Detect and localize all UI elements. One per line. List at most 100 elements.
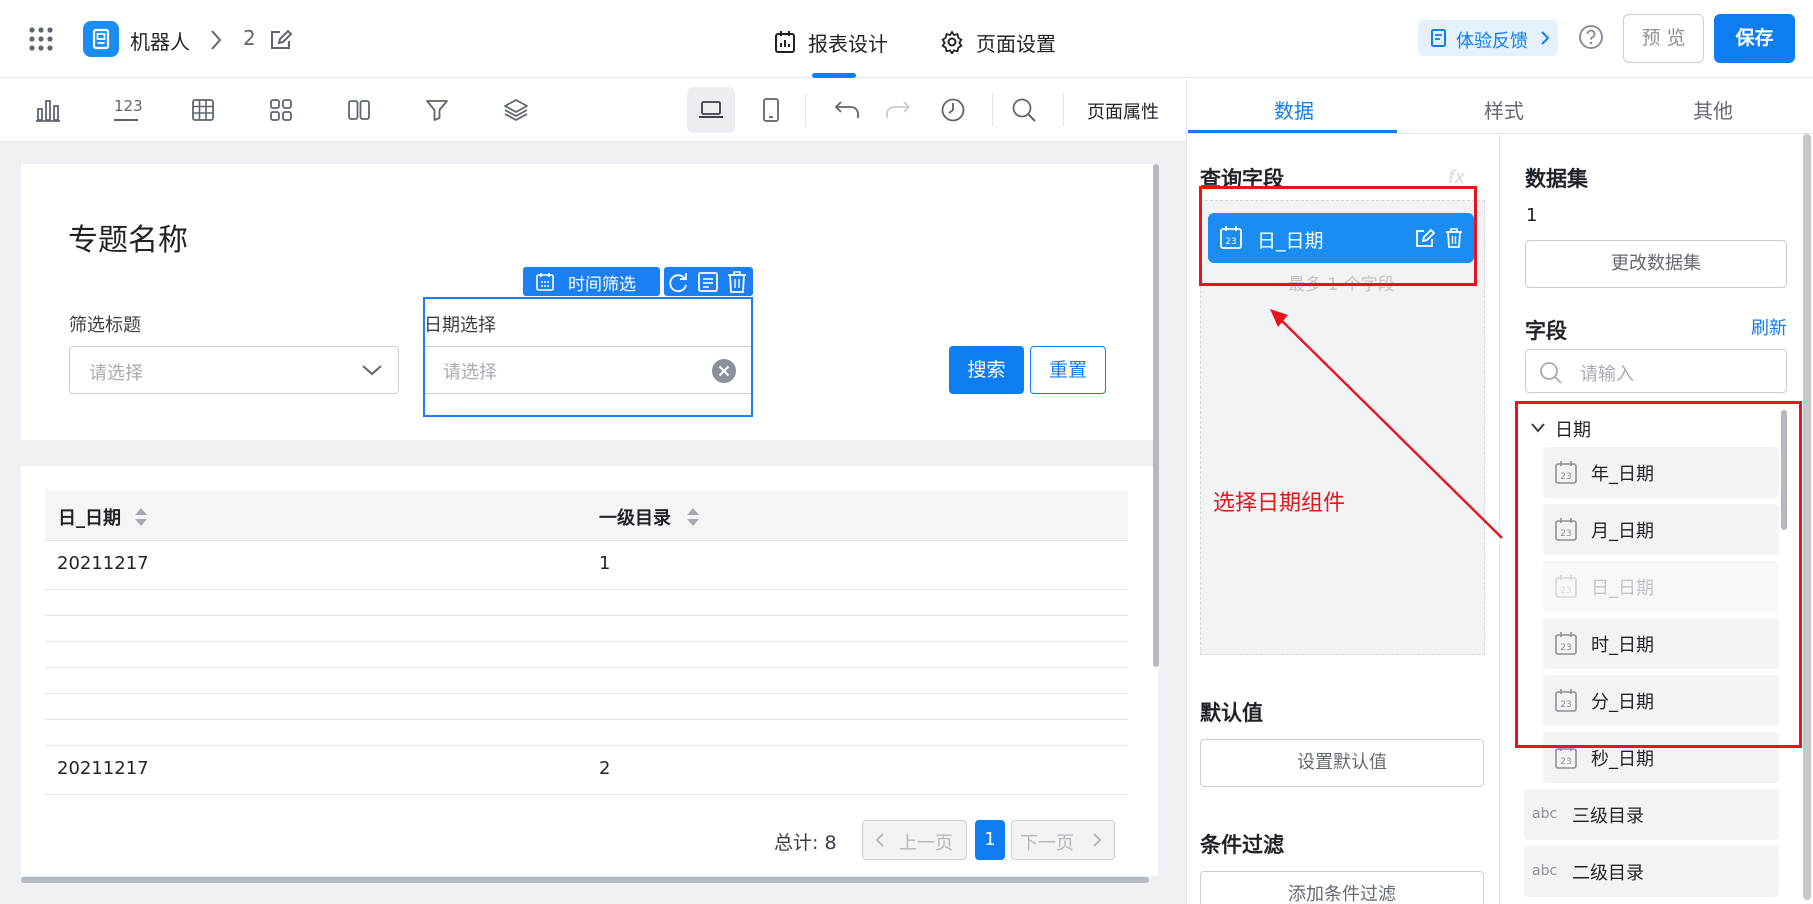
chevron-right-icon <box>1540 30 1550 46</box>
report-title: 专题名称 <box>68 223 188 258</box>
row-divider <box>45 794 1128 795</box>
table-cell: 20211217 <box>57 758 149 779</box>
search-icon <box>1539 361 1563 385</box>
next-page-label: 下一页 <box>1020 833 1074 854</box>
annotation-arrow <box>1270 309 1503 539</box>
bar-chart-icon[interactable] <box>35 97 61 123</box>
active-tab-indicator <box>1188 130 1397 133</box>
table-row[interactable]: 20211217 2 <box>45 746 1128 794</box>
table-icon[interactable] <box>190 97 216 123</box>
field-search-placeholder: 请输入 <box>1580 364 1634 385</box>
date-field-icon: 23 <box>1553 745 1579 771</box>
table-cell: 20211217 <box>57 553 149 574</box>
refresh-fields-link[interactable]: 刷新 <box>1751 314 1787 340</box>
tab-style[interactable]: 样式 <box>1484 95 1524 124</box>
default-value-title: 默认值 <box>1200 701 1263 725</box>
canvas-vertical-scrollbar[interactable] <box>1153 164 1159 667</box>
filter-title-placeholder: 请选择 <box>89 363 143 384</box>
number-card-underline <box>114 119 138 121</box>
number-card-icon-text: 123 <box>114 97 143 115</box>
delete-icon[interactable] <box>726 270 748 294</box>
top-header: 机器人 2 报表设计 页面设置 体验反馈 预 览 保存 <box>0 0 1813 78</box>
number-card-icon[interactable]: 123 <box>113 97 143 123</box>
change-dataset-button[interactable]: 更改数据集 <box>1525 240 1787 288</box>
save-button[interactable]: 保存 <box>1714 14 1795 63</box>
page-number-button[interactable]: 1 <box>975 820 1005 860</box>
app-grid-icon[interactable] <box>28 26 54 52</box>
field-item[interactable]: abc 二级目录 <box>1524 846 1779 897</box>
columns-icon[interactable] <box>346 97 372 123</box>
date-select-label: 日期选择 <box>424 315 496 336</box>
table-cell: 2 <box>599 758 611 779</box>
history-clock-icon[interactable] <box>940 97 966 123</box>
tab-page-settings-label: 页面设置 <box>976 32 1056 56</box>
undo-icon[interactable] <box>833 97 859 123</box>
feedback-button[interactable]: 体验反馈 <box>1418 20 1558 56</box>
search-button[interactable]: 搜索 <box>949 346 1024 394</box>
prev-page-button[interactable]: 上一页 <box>862 820 967 860</box>
editor-toolbar: 123 页面属性 <box>0 78 1186 142</box>
date-select-input[interactable]: 请选择 <box>425 346 751 394</box>
dataset-title: 数据集 <box>1525 167 1588 191</box>
next-page-button[interactable]: 下一页 <box>1011 820 1115 860</box>
mobile-view-icon[interactable] <box>758 97 784 123</box>
fx-icon[interactable]: fx <box>1448 167 1465 188</box>
sort-icon[interactable] <box>685 506 701 528</box>
table-header-cell[interactable]: 日_日期 <box>45 490 587 540</box>
tab-other[interactable]: 其他 <box>1693 95 1733 124</box>
edit-name-icon[interactable] <box>269 28 293 52</box>
tab-data[interactable]: 数据 <box>1274 95 1314 124</box>
component-type-tag: 时间筛选 <box>523 267 660 296</box>
chevron-right-icon <box>1092 832 1102 848</box>
column-header-label: 日_日期 <box>58 508 121 529</box>
toolbar-divider <box>1063 94 1064 126</box>
reset-button[interactable]: 重置 <box>1030 346 1106 394</box>
chevron-down-icon <box>361 363 383 377</box>
svg-text:23: 23 <box>1560 757 1571 767</box>
field-item-label: 三级目录 <box>1572 806 1644 827</box>
clear-circle-icon[interactable] <box>711 358 737 384</box>
text-type-icon: abc <box>1532 806 1558 822</box>
redo-icon[interactable] <box>884 97 911 123</box>
set-default-value-button[interactable]: 设置默认值 <box>1200 739 1484 787</box>
prev-page-label: 上一页 <box>899 833 953 854</box>
fields-title: 字段 <box>1525 319 1567 343</box>
sort-icon[interactable] <box>133 506 149 528</box>
app-logo-icon <box>83 21 119 57</box>
table-row[interactable]: 20211217 1 <box>45 541 1128 589</box>
dataset-value: 1 <box>1526 205 1538 226</box>
pager-total: 总计: 8 <box>774 832 837 854</box>
refresh-icon[interactable] <box>666 270 690 294</box>
layers-icon[interactable] <box>503 97 529 123</box>
desktop-view-button[interactable] <box>687 87 735 133</box>
condition-filter-title: 条件过滤 <box>1200 833 1284 857</box>
help-icon[interactable] <box>1578 24 1604 50</box>
chevron-right-icon <box>209 28 223 52</box>
feedback-icon <box>1430 28 1448 48</box>
breadcrumb-app-name[interactable]: 机器人 <box>130 26 190 55</box>
field-search-input[interactable]: 请输入 <box>1525 349 1787 393</box>
field-item[interactable]: abc 三级目录 <box>1524 789 1779 840</box>
add-condition-filter-button[interactable]: 添加条件过滤 <box>1200 871 1484 904</box>
panel-scrollbar[interactable] <box>1803 134 1811 900</box>
row-divider <box>45 693 1128 694</box>
preview-button[interactable]: 预 览 <box>1623 14 1704 63</box>
search-icon[interactable] <box>1011 97 1037 123</box>
highlight-box-date-fields <box>1515 401 1802 748</box>
filter-icon[interactable] <box>424 97 450 123</box>
highlight-box-query-field <box>1199 186 1477 286</box>
laptop-icon <box>698 97 724 123</box>
component-actions <box>664 267 753 296</box>
feedback-label: 体验反馈 <box>1456 31 1528 52</box>
page-properties-button[interactable]: 页面属性 <box>1087 98 1159 124</box>
text-type-icon: abc <box>1532 863 1558 879</box>
filter-title-select[interactable]: 请选择 <box>69 346 399 394</box>
properties-icon[interactable] <box>696 270 720 294</box>
calendar-icon <box>535 272 555 292</box>
gear-icon <box>940 30 964 54</box>
toolbar-divider <box>805 94 806 126</box>
table-header-cell[interactable]: 一级目录 <box>587 490 1128 540</box>
layout-grid-icon[interactable] <box>268 97 294 123</box>
column-header-label: 一级目录 <box>599 508 671 529</box>
canvas-horizontal-scrollbar[interactable] <box>21 877 1149 883</box>
